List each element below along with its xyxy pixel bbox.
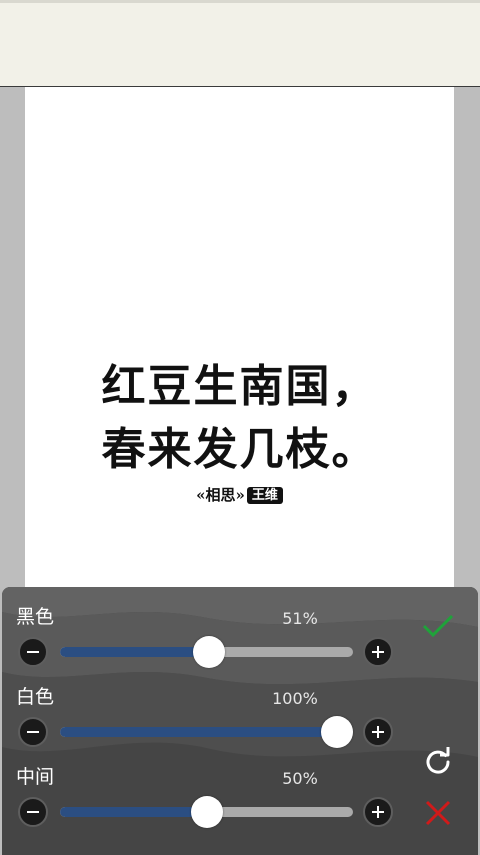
confirm-button[interactable]: [421, 609, 455, 643]
midtone-increase-button[interactable]: [363, 797, 393, 827]
plus-icon: [372, 646, 384, 658]
white-level-thumb[interactable]: [321, 716, 353, 748]
black-decrease-button[interactable]: [18, 637, 48, 667]
midtone-percent: 50%: [282, 769, 318, 788]
levels-panel: 黑色 51% 白色 100% 中间 50%: [2, 587, 478, 855]
plus-icon: [372, 726, 384, 738]
white-increase-button[interactable]: [363, 717, 393, 747]
black-level-percent: 51%: [282, 609, 318, 628]
minus-icon: [27, 651, 39, 653]
plus-icon: [372, 806, 384, 818]
midtone-fill: [60, 807, 207, 817]
white-level-slider[interactable]: [60, 727, 353, 737]
cancel-button[interactable]: [421, 796, 455, 830]
midtone-thumb[interactable]: [190, 796, 223, 828]
black-level-fill: [60, 647, 210, 657]
checkmark-icon: [422, 614, 454, 638]
minus-icon: [27, 731, 39, 733]
white-decrease-button[interactable]: [18, 717, 48, 747]
poem-line-2: 春来发几枝。: [101, 424, 378, 475]
poem-line-1: 红豆生南国，: [101, 361, 378, 412]
white-level-percent: 100%: [272, 689, 318, 708]
close-icon: [425, 800, 451, 826]
refresh-icon: [426, 747, 450, 774]
poem-author: 王维: [246, 487, 283, 504]
midtone-decrease-button[interactable]: [18, 797, 48, 827]
white-level-fill: [60, 727, 353, 737]
poem-title: «相思»: [196, 486, 245, 504]
top-bar: [0, 0, 480, 87]
poem-credit: «相思» 王维: [25, 484, 454, 505]
black-level-thumb[interactable]: [193, 636, 226, 668]
minus-icon: [27, 811, 39, 813]
reset-button[interactable]: [421, 744, 455, 778]
white-level-label: 白色: [16, 686, 55, 708]
midtone-label: 中间: [16, 766, 55, 788]
black-increase-button[interactable]: [363, 637, 393, 667]
black-level-label: 黑色: [16, 606, 55, 628]
